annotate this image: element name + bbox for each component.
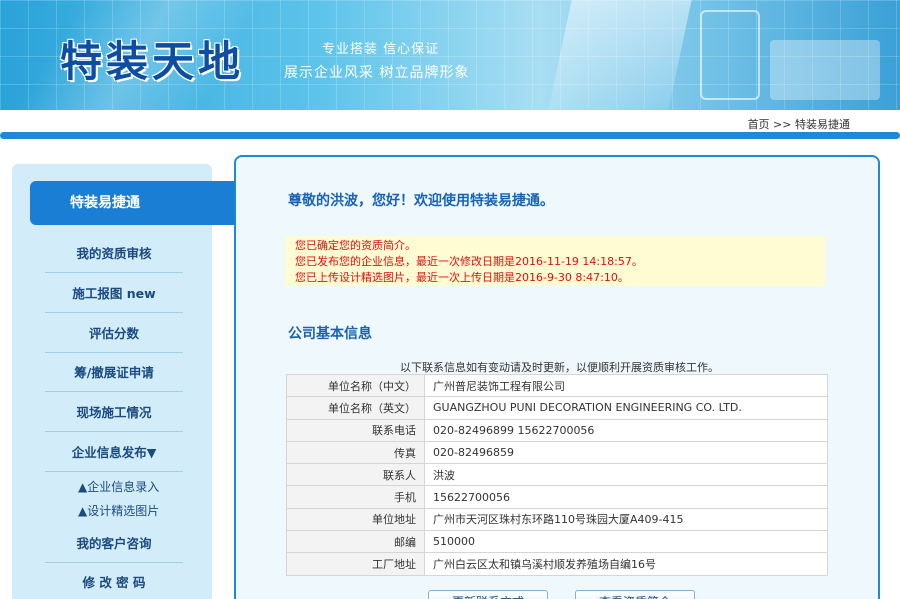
sidebar-item-construction-drawing[interactable]: 施工报图 new (45, 275, 183, 313)
table-row: 传真 020-82496859 (286, 440, 828, 465)
field-value: 广州普尼装饰工程有限公司 (424, 373, 828, 398)
update-contact-button[interactable]: 更新联系方式 (428, 590, 548, 599)
notice-line: 您已确定您的资质简介。 (295, 239, 416, 252)
field-label: 单位名称（英文） (286, 396, 425, 420)
field-label: 单位名称（中文） (286, 373, 425, 398)
sidebar-item-pass-application[interactable]: 筹/撤展证申请 (45, 354, 183, 392)
field-value: 广州市天河区珠村东环路110号珠园大厦A409-415 (424, 507, 828, 532)
banner-frame-decoration (700, 10, 760, 100)
sidebar-item-qualification[interactable]: 我的资质审核 (45, 235, 183, 273)
field-label: 单位地址 (286, 507, 425, 532)
sidebar-subitem-design-images[interactable]: ▲设计精选图片 (78, 500, 198, 522)
view-qualification-button[interactable]: 查看资质简介 (575, 590, 695, 599)
field-value: GUANGZHOU PUNI DECORATION ENGINEERING CO… (424, 396, 828, 420)
banner-panel-decoration (770, 40, 880, 100)
slogan-line-2: 展示企业风采 树立品牌形象 (284, 65, 470, 81)
header-divider (0, 132, 900, 139)
field-value: 15622700056 (424, 485, 828, 509)
field-label: 工厂地址 (286, 552, 425, 576)
company-info-table: 单位名称（中文） 广州普尼装饰工程有限公司 单位名称（英文） GUANGZHOU P… (286, 373, 828, 576)
table-row: 工厂地址 广州白云区太和镇乌溪村顺发养殖场自编16号 (286, 552, 828, 576)
field-label: 手机 (286, 485, 425, 509)
table-row: 单位名称（英文） GUANGZHOU PUNI DECORATION ENGINE… (286, 396, 828, 420)
welcome-message: 尊敬的洪波，您好！欢迎使用特装易捷通。 (288, 193, 554, 209)
table-row: 联系人 洪波 (286, 463, 828, 487)
sidebar-item-active[interactable]: 特装易捷通 (30, 181, 234, 225)
sidebar-item-customer-inquiry[interactable]: 我的客户咨询 (45, 525, 183, 563)
table-row: 单位地址 广州市天河区珠村东环路110号珠园大厦A409-415 (286, 507, 828, 532)
sidebar-item-change-password[interactable]: 修 改 密 码 (45, 564, 183, 599)
field-value: 510000 (424, 530, 828, 554)
field-value: 洪波 (424, 463, 828, 487)
table-row: 单位名称（中文） 广州普尼装饰工程有限公司 (286, 373, 828, 398)
section-title: 公司基本信息 (288, 326, 372, 342)
header-banner: 特装天地 专业搭装 信心保证 展示企业风采 树立品牌形象 (0, 0, 900, 110)
field-value: 广州白云区太和镇乌溪村顺发养殖场自编16号 (424, 552, 828, 576)
banner-shape-decoration (548, 0, 692, 110)
site-logo[interactable]: 特装天地 (60, 28, 244, 89)
notice-line: 您已上传设计精选图片，最近一次上传日期是2016-9-30 8:47:10。 (295, 271, 629, 284)
field-label: 传真 (286, 440, 425, 465)
field-label: 邮编 (286, 530, 425, 554)
field-label: 联系人 (286, 463, 425, 487)
notice-line: 您已发布您的企业信息，最近一次修改日期是2016-11-19 14:18:57。 (295, 255, 643, 268)
field-value: 020-82496859 (424, 440, 828, 465)
field-value: 020-82496899 15622700056 (424, 418, 828, 442)
table-row: 邮编 510000 (286, 530, 828, 554)
breadcrumb[interactable]: 首页 >> 特装易捷通 (748, 116, 850, 132)
table-row: 手机 15622700056 (286, 485, 828, 509)
sidebar-item-site-construction[interactable]: 现场施工情况 (45, 394, 183, 432)
table-row: 联系电话 020-82496899 15622700056 (286, 418, 828, 442)
update-note: 以下联系信息如有变动请及时更新，以便顺利开展资质审核工作。 (400, 361, 719, 374)
sidebar-item-company-info[interactable]: 企业信息发布▼ (45, 434, 183, 472)
notice-box: 您已确定您的资质简介。 您已发布您的企业信息，最近一次修改日期是2016-11-… (285, 236, 825, 286)
sidebar-item-score[interactable]: 评估分数 (45, 315, 183, 353)
sidebar-subitem-info-entry[interactable]: ▲企业信息录入 (78, 476, 198, 498)
slogan-line-1: 专业搭装 信心保证 (322, 42, 440, 57)
field-label: 联系电话 (286, 418, 425, 442)
